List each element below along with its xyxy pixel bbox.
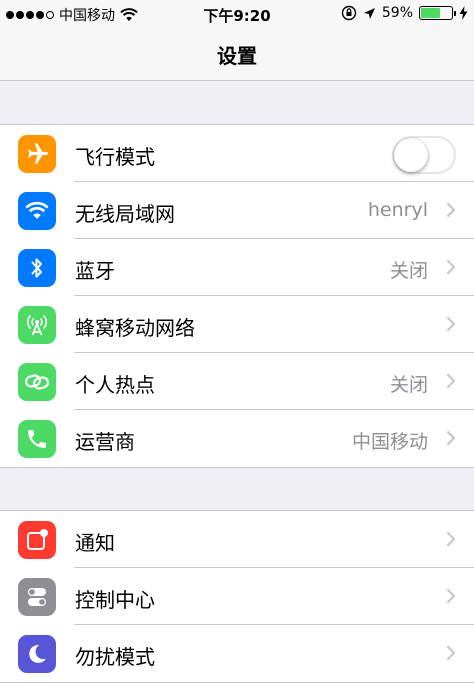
settings-row-control-center[interactable]: 控制中心 <box>0 568 474 625</box>
settings-row-bluetooth[interactable]: 蓝牙 关闭 <box>0 239 474 296</box>
charging-bolt-icon <box>459 6 468 20</box>
row-label: 飞行模式 <box>75 145 155 169</box>
settings-row-notifications[interactable]: 通知 <box>0 511 474 568</box>
chevron-right-icon <box>446 531 456 547</box>
chevron-right-icon <box>446 202 456 218</box>
row-label: 勿扰模式 <box>75 645 155 669</box>
wifi-icon <box>18 192 56 230</box>
battery-percent: 59% <box>381 5 413 21</box>
row-value: 关闭 <box>389 374 428 396</box>
row-label: 个人热点 <box>75 373 155 397</box>
airplane-mode-toggle[interactable] <box>392 136 456 174</box>
row-label: 蓝牙 <box>75 259 115 283</box>
row-value: 中国移动 <box>351 431 428 453</box>
settings-row-personal-hotspot[interactable]: 个人热点 关闭 <box>0 353 474 410</box>
settings-group-connectivity: 飞行模式 无线局域网 henryl 蓝牙 关闭 蜂窝移动网络 个人热点 关闭 运… <box>0 124 474 468</box>
notifications-icon <box>18 521 56 559</box>
row-label: 运营商 <box>75 430 135 454</box>
navigation-bar: 设置 <box>0 28 474 81</box>
chevron-right-icon <box>446 316 456 332</box>
chevron-right-icon <box>446 430 456 446</box>
row-value: henryl <box>367 199 428 221</box>
row-label: 无线局域网 <box>75 202 175 226</box>
toggle-knob <box>394 138 428 172</box>
page-title: 设置 <box>217 44 257 68</box>
settings-row-cellular[interactable]: 蜂窝移动网络 <box>0 296 474 353</box>
chevron-right-icon <box>446 373 456 389</box>
row-label: 蜂窝移动网络 <box>75 316 195 340</box>
row-label: 控制中心 <box>75 588 155 612</box>
row-label: 通知 <box>75 531 115 555</box>
settings-group-system: 通知 控制中心 勿扰模式 <box>0 510 474 683</box>
battery-icon <box>419 6 456 20</box>
settings-row-carrier[interactable]: 运营商 中国移动 <box>0 410 474 467</box>
chevron-right-icon <box>446 588 456 604</box>
chevron-right-icon <box>446 645 456 661</box>
settings-row-do-not-disturb[interactable]: 勿扰模式 <box>0 625 474 682</box>
control-center-icon <box>18 578 56 616</box>
orientation-lock-icon <box>341 5 357 21</box>
settings-row-wlan[interactable]: 无线局域网 henryl <box>0 182 474 239</box>
chevron-right-icon <box>446 259 456 275</box>
bluetooth-icon <box>18 249 56 287</box>
status-bar: 中国移动 下午9:20 59% <box>0 0 474 28</box>
cellular-antenna-icon <box>18 306 56 344</box>
location-arrow-icon <box>363 7 375 19</box>
hotspot-link-icon <box>18 363 56 401</box>
moon-icon <box>18 635 56 673</box>
battery-fill <box>421 8 440 18</box>
phone-icon <box>18 420 56 458</box>
row-value: 关闭 <box>389 260 428 282</box>
settings-row-airplane-mode[interactable]: 飞行模式 <box>0 125 474 182</box>
airplane-icon <box>18 135 56 173</box>
